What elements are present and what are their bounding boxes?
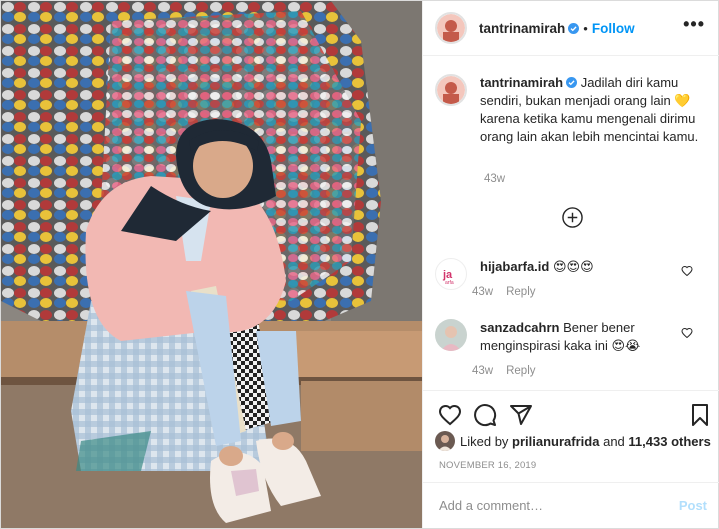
commenter-avatar[interactable]: ja arfa	[435, 258, 467, 290]
comment-like-heart-icon[interactable]	[681, 265, 693, 277]
photo-illustration	[1, 1, 422, 528]
bookmark-icon[interactable]	[688, 403, 712, 427]
first-liker-username[interactable]: prilianurafrida	[512, 434, 599, 449]
heart-icon[interactable]	[438, 403, 462, 427]
more-options-icon[interactable]: •••	[683, 15, 705, 33]
instagram-post-modal: tantrinamirah • Follow ••• tantrinamirah…	[0, 0, 719, 529]
reply-button[interactable]: Reply	[506, 365, 535, 377]
caption-body-part2: karena ketika kamu mengenali dirimu oran…	[480, 111, 699, 144]
post-header: tantrinamirah • Follow •••	[423, 1, 719, 56]
author-avatar[interactable]	[435, 12, 467, 44]
comment-meta: 43w Reply	[472, 365, 536, 377]
caption-text: tantrinamirah Jadilah diri kamu sendiri,…	[480, 74, 707, 146]
caption-username[interactable]: tantrinamirah	[480, 75, 563, 90]
likes-and: and	[603, 433, 625, 449]
comment-meta: 43w Reply	[472, 286, 536, 298]
verified-badge-icon	[566, 77, 578, 88]
paper-plane-icon[interactable]	[509, 403, 533, 427]
follow-button[interactable]: Follow	[592, 21, 635, 36]
likes-prefix: Liked by	[460, 433, 509, 449]
comment-item: sanzadcahrn Bener bener menginspirasi ka…	[435, 319, 707, 355]
comment-input[interactable]	[439, 498, 679, 513]
likes-others-count[interactable]: 11,433 others	[628, 434, 710, 449]
post-side-panel: tantrinamirah • Follow ••• tantrinamirah…	[422, 1, 719, 528]
post-comment-button[interactable]: Post	[679, 498, 707, 513]
comment-text: sanzadcahrn Bener bener menginspirasi ka…	[480, 319, 680, 355]
liker-avatar[interactable]	[435, 431, 455, 451]
comment-body: 😍😍😍	[552, 259, 594, 274]
author-username[interactable]: tantrinamirah	[479, 21, 565, 36]
header-separator: •	[583, 20, 588, 36]
comment-like-heart-icon[interactable]	[681, 327, 693, 339]
post-caption: tantrinamirah Jadilah diri kamu sendiri,…	[435, 74, 707, 146]
caption-author-avatar[interactable]	[435, 74, 467, 106]
likes-summary: Liked by prilianurafrida and 11,433 othe…	[435, 431, 711, 451]
comment-timestamp[interactable]: 43w	[472, 286, 493, 298]
caption-timestamp[interactable]: 43w	[484, 173, 505, 185]
commenter-username[interactable]: hijabarfa.id	[480, 259, 549, 274]
add-comment-bar: Post	[423, 482, 719, 528]
caption-emoji: 💛	[674, 93, 691, 108]
post-date[interactable]: NOVEMBER 16, 2019	[439, 460, 536, 471]
comment-timestamp[interactable]: 43w	[472, 365, 493, 377]
plus-circle-icon[interactable]	[562, 207, 583, 228]
reply-button[interactable]: Reply	[506, 286, 535, 298]
svg-text:arfa: arfa	[445, 280, 454, 286]
commenter-username[interactable]: sanzadcahrn	[480, 320, 559, 335]
commenter-avatar[interactable]	[435, 319, 467, 351]
post-photo[interactable]	[1, 1, 422, 528]
verified-badge-icon	[568, 22, 580, 34]
comment-bubble-icon[interactable]	[473, 403, 497, 427]
